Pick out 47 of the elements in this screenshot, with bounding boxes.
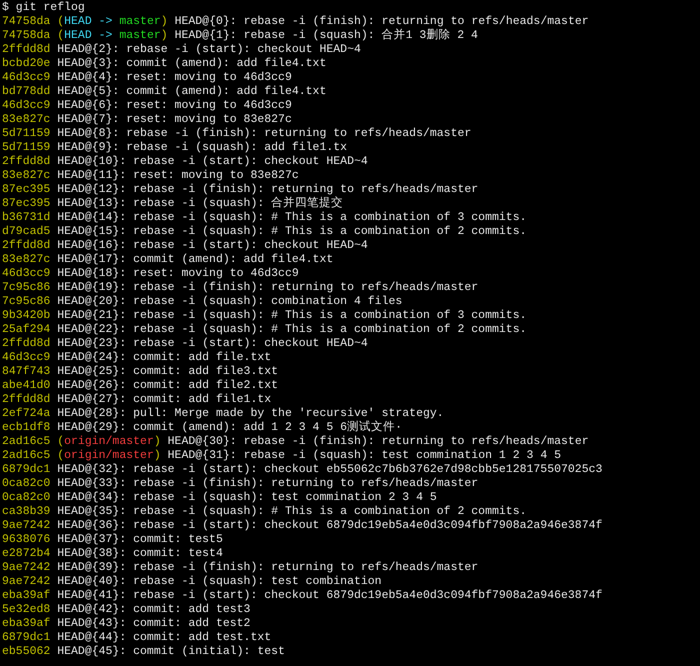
reflog-line: 6879dc1 HEAD@{32}: rebase -i (start): checkout eb55062c7b6b3762e7d98cbb5e128175507025c3 <box>2 463 602 477</box>
reflog-line: 83e827c HEAD@{17}: commit (amend): add file4.txt <box>2 253 334 267</box>
reflog-line: 5d71159 HEAD@{9}: rebase -i (squash): add file1.tx <box>2 141 348 155</box>
reflog-line: bd778dd HEAD@{5}: commit (amend): add file4.txt <box>2 85 326 99</box>
reflog-line: 2ffdd8d HEAD@{2}: rebase -i (start): checkout HEAD~4 <box>2 43 361 57</box>
reflog-line: 74758da (HEAD -> master) HEAD@{1}: rebase -i (squash): 合并1 3删除 2 4 <box>2 29 478 43</box>
reflog-line: d79cad5 HEAD@{15}: rebase -i (squash): # This is a combination of 2 commits. <box>2 225 526 239</box>
reflog-line: 5d71159 HEAD@{8}: rebase -i (finish): returning to refs/heads/master <box>2 127 472 141</box>
reflog-line: 83e827c HEAD@{7}: reset: moving to 83e827c <box>2 113 292 127</box>
reflog-line: 46d3cc9 HEAD@{18}: reset: moving to 46d3cc9 <box>2 267 299 281</box>
reflog-line: eb55062 HEAD@{45}: commit (initial): test <box>2 645 285 659</box>
reflog-line: eba39af HEAD@{43}: commit: add test2 <box>2 617 250 631</box>
reflog-line: bcbd20e HEAD@{3}: commit (amend): add file4.txt <box>2 57 326 71</box>
reflog-line: 87ec395 HEAD@{13}: rebase -i (squash): 合并四笔提交 <box>2 197 344 211</box>
reflog-line: 46d3cc9 HEAD@{24}: commit: add file.txt <box>2 351 272 365</box>
reflog-line: 2ad16c5 (origin/master) HEAD@{30}: rebase -i (finish): returning to refs/heads/master <box>2 435 589 449</box>
reflog-line: 2ffdd8d HEAD@{23}: rebase -i (start): checkout HEAD~4 <box>2 337 368 351</box>
reflog-line: 83e827c HEAD@{11}: reset: moving to 83e827c <box>2 169 299 183</box>
reflog-line: 7c95c86 HEAD@{19}: rebase -i (finish): returning to refs/heads/master <box>2 281 478 295</box>
reflog-line: 6879dc1 HEAD@{44}: commit: add test.txt <box>2 631 272 645</box>
reflog-line: 9ae7242 HEAD@{40}: rebase -i (squash): test combination <box>2 575 382 589</box>
reflog-line: 46d3cc9 HEAD@{4}: reset: moving to 46d3cc9 <box>2 71 292 85</box>
reflog-line: 9ae7242 HEAD@{39}: rebase -i (finish): returning to refs/heads/master <box>2 561 478 575</box>
reflog-line: abe41d0 HEAD@{26}: commit: add file2.txt <box>2 379 278 393</box>
reflog-line: 2ad16c5 (origin/master) HEAD@{31}: rebase -i (squash): test commination 1 2 3 4 5 <box>2 449 562 463</box>
reflog-line: 2ef724a HEAD@{28}: pull: Merge made by the 'recursive' strategy. <box>2 407 444 420</box>
reflog-line: 847f743 HEAD@{25}: commit: add file3.txt <box>2 365 278 379</box>
reflog-line: 9638076 HEAD@{37}: commit: test5 <box>2 533 223 547</box>
reflog-line: 2ffdd8d HEAD@{27}: commit: add file1.tx <box>2 393 272 407</box>
reflog-line: e2872b4 HEAD@{38}: commit: test4 <box>2 547 223 561</box>
reflog-line: ca38b39 HEAD@{35}: rebase -i (squash): # This is a combination of 2 commits. <box>2 505 526 519</box>
command-prompt: $ git reflog <box>2 1 86 15</box>
reflog-line: b36731d HEAD@{14}: rebase -i (squash): # This is a combination of 3 commits. <box>2 211 526 225</box>
reflog-line: 87ec395 HEAD@{12}: rebase -i (finish): returning to refs/heads/master <box>2 183 478 196</box>
reflog-line: eba39af HEAD@{41}: rebase -i (start): checkout 6879dc19eb5a4e0d3c094fbf7908a2a946e3874f <box>2 589 602 603</box>
reflog-line: 0ca82c0 HEAD@{33}: rebase -i (finish): returning to refs/heads/master <box>2 477 478 491</box>
reflog-line: 2ffdd8d HEAD@{10}: rebase -i (start): checkout HEAD~4 <box>2 155 368 169</box>
reflog-line: ecb1df8 HEAD@{29}: commit (amend): add 1 2 3 4 5 6测试文件· <box>2 421 402 435</box>
reflog-line: 9b3420b HEAD@{21}: rebase -i (squash): # This is a combination of 3 commits. <box>2 309 526 323</box>
reflog-line: 5e32ed8 HEAD@{42}: commit: add test3 <box>2 603 250 617</box>
reflog-line: 46d3cc9 HEAD@{6}: reset: moving to 46d3cc9 <box>2 99 292 113</box>
reflog-line: 9ae7242 HEAD@{36}: rebase -i (start): checkout 6879dc19eb5a4e0d3c094fbf7908a2a946e3874f <box>2 519 602 533</box>
reflog-line: 25af294 HEAD@{22}: rebase -i (squash): # This is a combination of 2 commits. <box>2 323 526 337</box>
reflog-line: 0ca82c0 HEAD@{34}: rebase -i (squash): test commination 2 3 4 5 <box>2 491 437 505</box>
reflog-line: 74758da (HEAD -> master) HEAD@{0}: rebase -i (finish): returning to refs/heads/master <box>2 15 589 28</box>
reflog-line: 2ffdd8d HEAD@{16}: rebase -i (start): checkout HEAD~4 <box>2 239 368 253</box>
reflog-line: 7c95c86 HEAD@{20}: rebase -i (squash): combination 4 files <box>2 295 402 309</box>
